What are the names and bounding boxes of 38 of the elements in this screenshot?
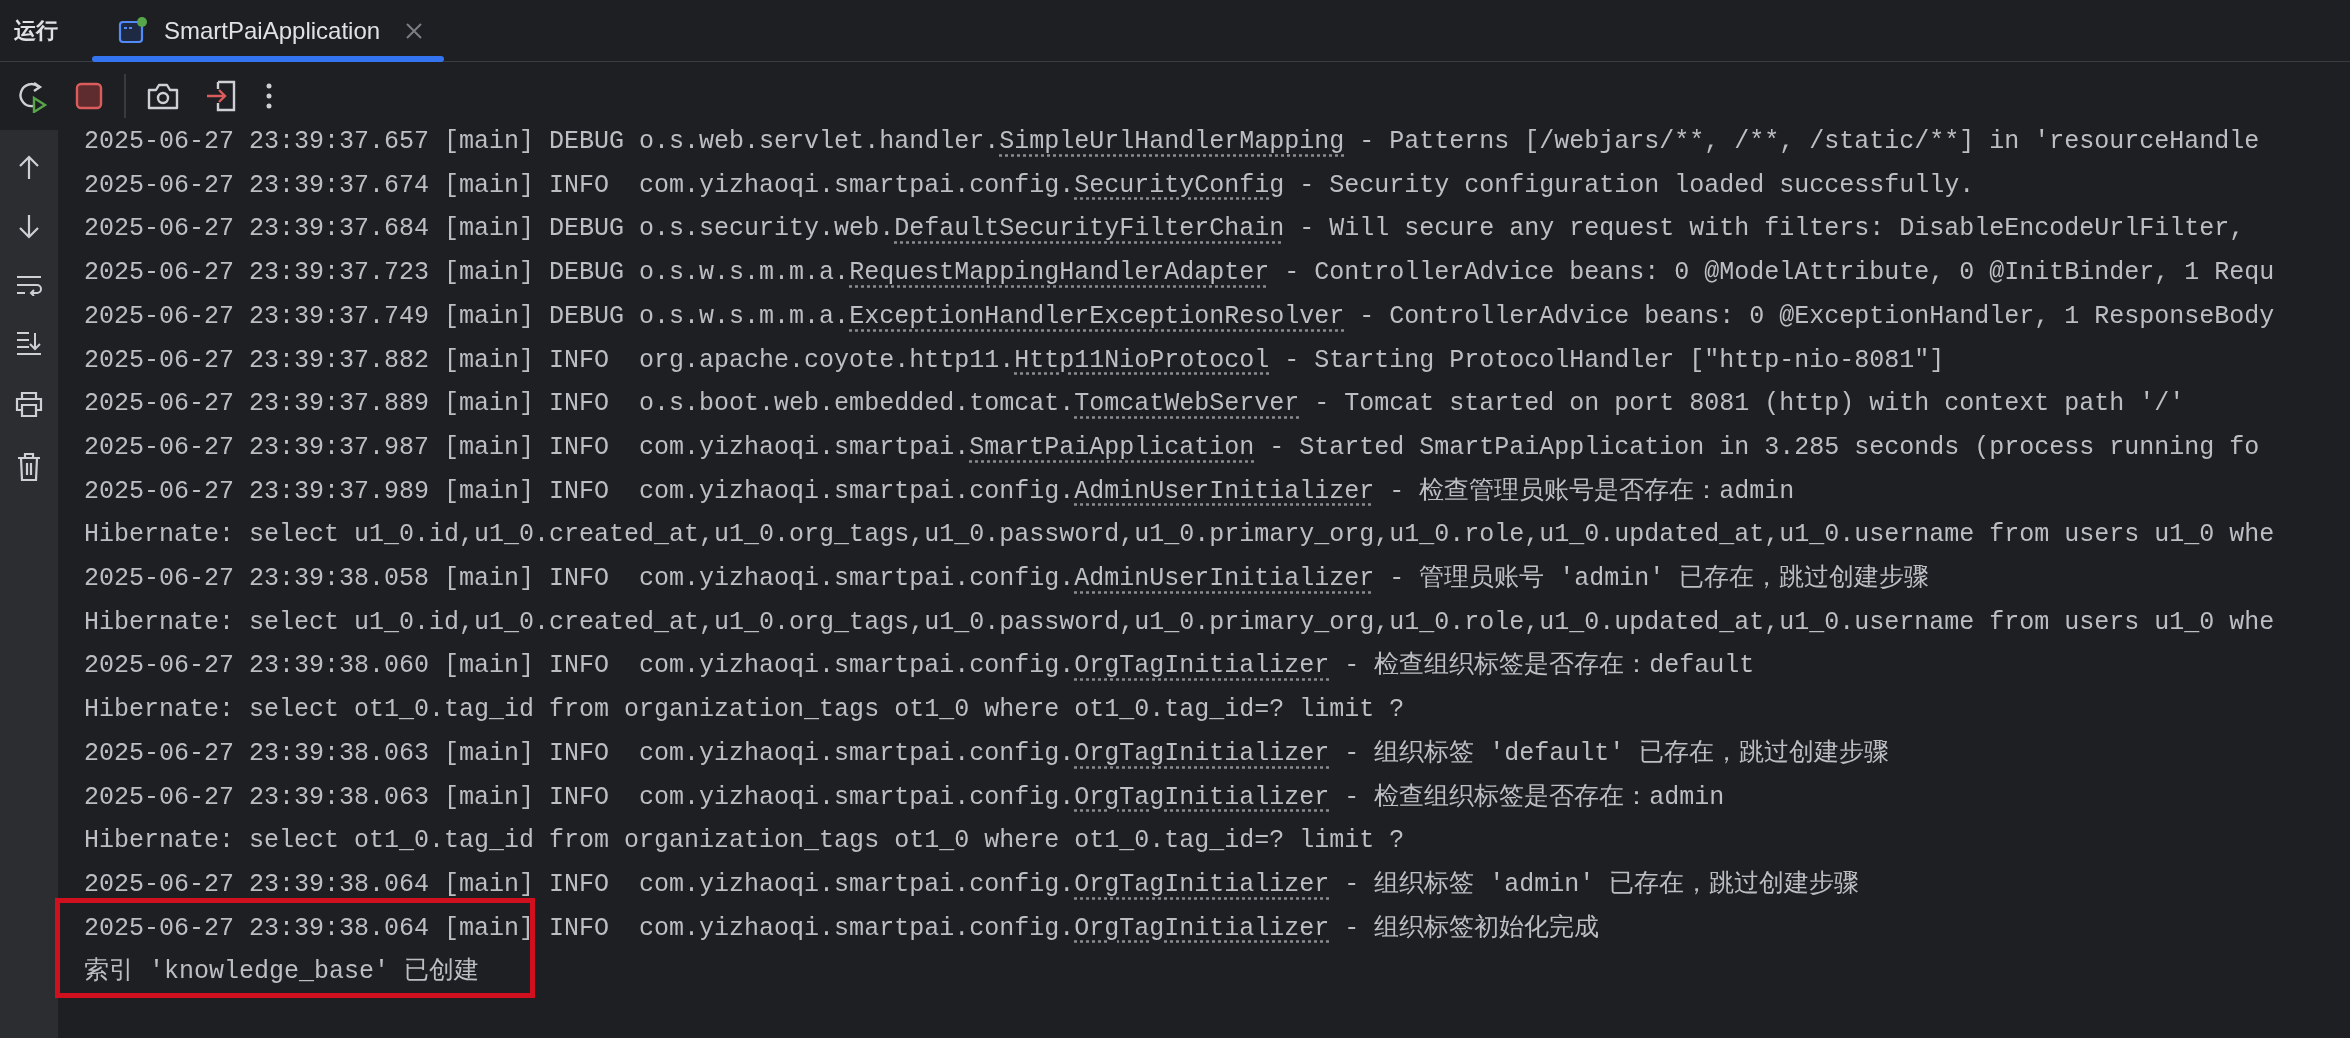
class-link[interactable]: Http11NioProtocol [1014,345,1270,375]
log-line: 2025-06-27 23:39:37.889 [main] INFO o.s.boot.web.embedded.tomcat.TomcatWebServer - Tomcat started on port 8081 (http) with context path '/' [84,389,2185,419]
log-line: 索引 'knowledge_base' 已创建 [84,957,480,987]
class-link[interactable]: ExceptionHandlerExceptionResolver [849,301,1345,331]
log-line: 2025-06-27 23:39:38.058 [main] INFO com.yizhaoqi.smartpai.config.AdminUserInitializer - 管理员账号 'admin' 已存在，跳过创建步骤 [84,564,1930,594]
class-link[interactable]: DefaultSecurityFilterChain [894,214,1285,244]
log-line: 2025-06-27 23:39:37.749 [main] DEBUG o.s.w.s.m.m.a.ExceptionHandlerExceptionResolver - ControllerAdvice beans: 0 @ExceptionHandler, 1 ResponseBody [84,301,2275,331]
class-link[interactable]: OrgTagInitializer [1074,782,1330,812]
close-icon[interactable] [404,21,425,41]
log-line: 2025-06-27 23:39:37.882 [main] INFO org.apache.coyote.http11.Http11NioProtocol - Starting ProtocolHandler ["http-nio-8081"] [84,345,1945,375]
log-line: 2025-06-27 23:39:37.684 [main] DEBUG o.s.security.web.DefaultSecurityFilterChain - Will secure any request with filters: DisableEncodeUrlFilter, [84,214,2245,244]
log-line: 2025-06-27 23:39:37.657 [main] DEBUG o.s.web.servlet.handler.SimpleUrlHandlerMapping - Patterns [/webjars/**, /**, /static/**] in 'resourceHandle [84,127,2260,156]
log-line: Hibernate: select ot1_0.tag_id from organization_tags ot1_0 where ot1_0.tag_id=? limit ? [84,695,1405,725]
log-line: Hibernate: select u1_0.id,u1_0.created_at,u1_0.org_tags,u1_0.password,u1_0.primary_org,u1_0.role,u1_0.updated_at,u1_0.username from users u1_0 whe [84,607,2275,637]
log-line: 2025-06-27 23:39:37.723 [main] DEBUG o.s.w.s.m.m.a.RequestMappingHandlerAdapter - ControllerAdvice beans: 0 @ModelAttribute, 0 @InitBinder, 1 Requ [84,258,2275,288]
run-tab[interactable]: SmartPaiApplication [92,0,445,62]
panel-title: 运行 [13,17,59,45]
log-line: Hibernate: select u1_0.id,u1_0.created_at,u1_0.org_tags,u1_0.password,u1_0.primary_org,u1_0.role,u1_0.updated_at,u1_0.username from users u1_0 whe [84,520,2275,550]
class-link[interactable]: AdminUserInitializer [1074,476,1375,506]
class-link[interactable]: OrgTagInitializer [1074,869,1330,899]
class-link[interactable]: SmartPaiApplication [969,432,1255,462]
class-link[interactable]: SimpleUrlHandlerMapping [999,127,1345,156]
class-link[interactable]: OrgTagInitializer [1074,738,1330,768]
log-line: Hibernate: select ot1_0.tag_id from organization_tags ot1_0 where ot1_0.tag_id=? limit ? [84,826,1405,856]
log-line: 2025-06-27 23:39:37.989 [main] INFO com.yizhaoqi.smartpai.config.AdminUserInitializer - 检查管理员账号是否存在：admin [84,476,1795,506]
class-link[interactable]: AdminUserInitializer [1074,564,1375,594]
log-line: 2025-06-27 23:39:37.674 [main] INFO com.yizhaoqi.smartpai.config.SecurityConfig - Security configuration loaded successfully. [84,170,1975,200]
class-link[interactable]: SecurityConfig [1074,170,1285,200]
log-line: 2025-06-27 23:39:38.063 [main] INFO com.yizhaoqi.smartpai.config.OrgTagInitializer - 组织标签 'default' 已存在，跳过创建步骤 [84,738,1890,768]
class-link[interactable]: RequestMappingHandlerAdapter [849,258,1270,288]
class-link[interactable]: TomcatWebServer [1074,389,1300,419]
log-line: 2025-06-27 23:39:37.987 [main] INFO com.yizhaoqi.smartpai.SmartPaiApplication - Started SmartPaiApplication in 3.285 seconds (process running fo [84,432,2260,462]
log-line: 2025-06-27 23:39:38.064 [main] INFO com.yizhaoqi.smartpai.config.OrgTagInitializer - 组织标签初始化完成 [84,913,1600,943]
log-line: 2025-06-27 23:39:38.064 [main] INFO com.yizhaoqi.smartpai.config.OrgTagInitializer - 组织标签 'admin' 已存在，跳过创建步骤 [84,869,1860,899]
class-link[interactable]: OrgTagInitializer [1074,913,1330,943]
log-line: 2025-06-27 23:39:38.063 [main] INFO com.yizhaoqi.smartpai.config.OrgTagInitializer - 检查组织标签是否存在：admin [84,782,1725,812]
log-line: 2025-06-27 23:39:38.060 [main] INFO com.yizhaoqi.smartpai.config.OrgTagInitializer - 检查组织标签是否存在：default [84,651,1755,681]
class-link[interactable]: OrgTagInitializer [1074,651,1330,681]
